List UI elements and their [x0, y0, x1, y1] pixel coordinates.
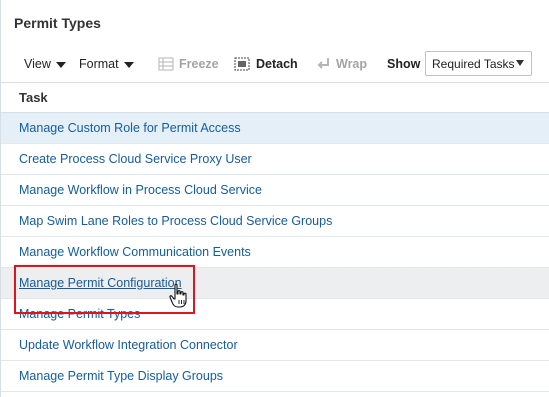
show-filter-select[interactable]: Required Tasks	[425, 51, 532, 76]
table-toolbar: View Format Freeze Detach Wrap Show Requ…	[1, 48, 549, 80]
table-row[interactable]: Manage Permit Types	[1, 299, 549, 330]
task-link[interactable]: Manage Custom Role for Permit Access	[19, 121, 241, 135]
table-row[interactable]: Map Swim Lane Roles to Process Cloud Ser…	[1, 206, 549, 237]
view-menu[interactable]: View	[24, 48, 66, 80]
task-link[interactable]: Manage Permit Types	[19, 307, 140, 321]
table-header: Task	[1, 82, 549, 113]
table-row[interactable]: Manage Permit Configuration	[1, 268, 549, 299]
table-row[interactable]: Update Workflow Integration Connector	[1, 330, 549, 361]
view-menu-label: View	[24, 57, 51, 71]
detach-button[interactable]: Detach	[234, 48, 298, 80]
wrap-label: Wrap	[336, 57, 368, 71]
task-link-manage-permit-configuration[interactable]: Manage Permit Configuration	[19, 276, 182, 290]
freeze-label: Freeze	[179, 57, 219, 71]
chevron-down-icon	[55, 62, 66, 68]
wrap-icon	[317, 58, 329, 69]
task-column-header[interactable]: Task	[19, 90, 48, 105]
detach-label: Detach	[256, 57, 298, 71]
freeze-button[interactable]: Freeze	[158, 48, 219, 80]
panel-title: Permit Types	[14, 15, 101, 31]
show-filter-value: Required Tasks	[432, 56, 515, 71]
format-menu-label: Format	[79, 57, 119, 71]
task-link[interactable]: Manage Workflow in Process Cloud Service	[19, 183, 262, 197]
table-row[interactable]: Manage Permit Type Display Groups	[1, 361, 549, 392]
show-label: Show	[387, 57, 421, 71]
format-menu[interactable]: Format	[79, 48, 134, 80]
task-link[interactable]: Create Process Cloud Service Proxy User	[19, 152, 252, 166]
chevron-down-icon	[123, 62, 134, 68]
task-link[interactable]: Map Swim Lane Roles to Process Cloud Ser…	[19, 214, 332, 228]
task-link[interactable]: Manage Workflow Communication Events	[19, 245, 251, 259]
table-row[interactable]: Manage Custom Role for Permit Access	[1, 113, 549, 144]
table-row[interactable]: Manage Workflow in Process Cloud Service	[1, 175, 549, 206]
hand-pointer-icon	[169, 283, 187, 308]
dropdown-caret-icon	[516, 60, 524, 66]
table-row[interactable]: Create Process Cloud Service Proxy User	[1, 144, 549, 175]
permit-types-panel: Permit Types View Format Freeze Detach W…	[0, 0, 549, 397]
task-link[interactable]: Update Workflow Integration Connector	[19, 338, 238, 352]
task-list: Manage Custom Role for Permit Access Cre…	[1, 113, 549, 392]
wrap-button[interactable]: Wrap	[317, 48, 367, 80]
task-link[interactable]: Manage Permit Type Display Groups	[19, 369, 223, 383]
table-row[interactable]: Manage Workflow Communication Events	[1, 237, 549, 268]
detach-icon	[234, 57, 250, 71]
freeze-icon	[158, 57, 174, 71]
